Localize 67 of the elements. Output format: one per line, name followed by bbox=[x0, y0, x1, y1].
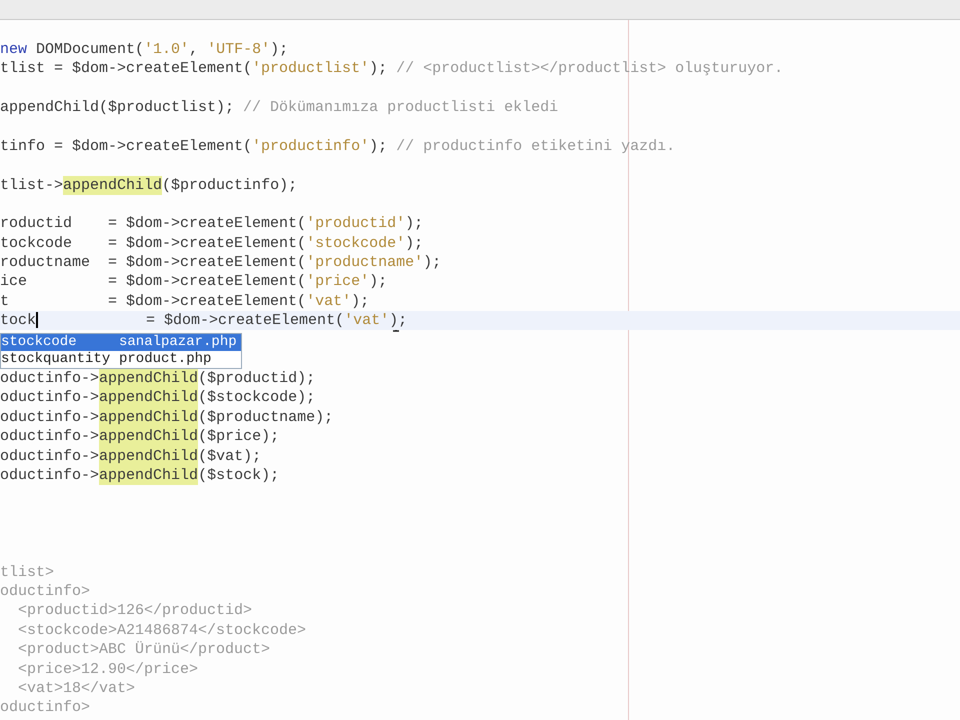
code-text: , bbox=[189, 40, 200, 60]
code-text: oductinfo-> bbox=[0, 408, 100, 428]
highlighted-code: appendChild bbox=[99, 408, 198, 428]
code-comment: <vat>18</vat> bbox=[17, 678, 136, 698]
code-text: ($stockcode); bbox=[198, 388, 316, 408]
code-text: ice = $dom->createElement( bbox=[0, 272, 306, 292]
code-text: 'price' bbox=[306, 272, 370, 292]
code-text: ); bbox=[351, 292, 370, 312]
code-comment: // productinfo etiketini yazdı. bbox=[396, 136, 676, 156]
highlighted-code: appendChild bbox=[99, 388, 198, 408]
code-text: tlist = $dom->createElement( bbox=[0, 59, 252, 79]
code-text: roductid = $dom->createElement( bbox=[0, 214, 306, 234]
code-comment: oductinfo> bbox=[0, 698, 90, 718]
code-comment: // <productlist></productlist> oluşturuyor. bbox=[396, 59, 784, 79]
code-comment: <productid>126</productid> bbox=[17, 601, 252, 621]
code-text: tockcode = $dom->createElement( bbox=[0, 234, 306, 253]
code-text: ); bbox=[389, 311, 408, 330]
code-text: DOMDocument( bbox=[35, 40, 144, 60]
code-text: ); bbox=[405, 234, 424, 253]
code-text: oductinfo-> bbox=[0, 446, 100, 466]
code-text: oductinfo-> bbox=[0, 369, 100, 388]
code-text: appendChild($productlist); bbox=[0, 98, 236, 118]
code-text: 'vat' bbox=[344, 311, 390, 330]
code-text: '1.0' bbox=[144, 40, 190, 60]
text-caret bbox=[36, 312, 38, 328]
code-text: ($vat); bbox=[198, 446, 262, 466]
code-text: oductinfo-> bbox=[0, 427, 100, 447]
code-text: 'productinfo' bbox=[252, 136, 370, 156]
code-text: ); bbox=[270, 40, 288, 60]
code-text: ($productinfo); bbox=[162, 176, 298, 195]
code-text: ); bbox=[369, 136, 388, 156]
code-text: new bbox=[0, 40, 28, 60]
code-text: ($price); bbox=[198, 427, 280, 447]
highlighted-code: appendChild bbox=[99, 427, 198, 447]
code-text: ); bbox=[369, 272, 388, 292]
autocomplete-item[interactable]: stockcode sanalpazar.php bbox=[1, 334, 241, 351]
code-comment: oductinfo> bbox=[0, 582, 90, 602]
code-text: 'productname' bbox=[306, 252, 424, 272]
code-text: tlist-> bbox=[0, 176, 64, 195]
code-text: oductinfo-> bbox=[0, 466, 100, 486]
code-comment: tlist> bbox=[0, 562, 54, 582]
code-text: oductinfo-> bbox=[0, 388, 100, 408]
autocomplete-item[interactable]: stockquantity product.php bbox=[1, 351, 241, 368]
highlighted-code: appendChild bbox=[99, 446, 198, 466]
code-text: t = $dom->createElement( bbox=[0, 292, 306, 312]
code-comment: <price>12.90</price> bbox=[17, 660, 198, 679]
code-text: tinfo = $dom->createElement( bbox=[0, 136, 252, 156]
code-text: = $dom->createElement( bbox=[145, 311, 344, 330]
code-text: ($productid); bbox=[198, 369, 316, 388]
code-text: ); bbox=[369, 59, 388, 79]
code-text: 'UTF-8' bbox=[207, 40, 270, 60]
highlighted-code: appendChild bbox=[99, 466, 198, 486]
code-comment: // Dökümanımıza productlisti ekledi bbox=[243, 98, 558, 118]
code-text: roductname = $dom->createElement( bbox=[0, 252, 306, 272]
code-text: 'vat' bbox=[306, 292, 352, 312]
code-text: ($productname); bbox=[198, 408, 334, 428]
highlighted-code: appendChild bbox=[99, 369, 198, 388]
code-text: 'stockcode' bbox=[306, 234, 406, 253]
code-text: tock bbox=[0, 311, 36, 330]
code-text: ); bbox=[405, 214, 424, 234]
code-text: 'productid' bbox=[306, 214, 406, 234]
highlighted-code: appendChild bbox=[63, 176, 162, 195]
code-comment: <stockcode>A21486874</stockcode> bbox=[17, 620, 306, 640]
code-text: ); bbox=[423, 252, 442, 272]
code-text: ($stock); bbox=[198, 466, 280, 486]
code-comment: <product>ABC Ürünü</product> bbox=[17, 640, 270, 660]
code-text: 'productlist' bbox=[252, 59, 370, 79]
